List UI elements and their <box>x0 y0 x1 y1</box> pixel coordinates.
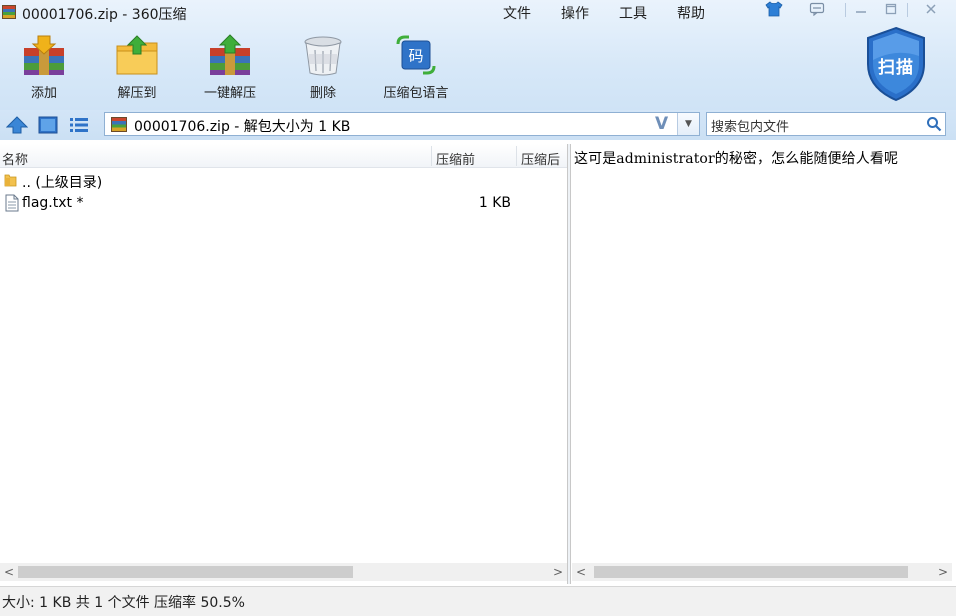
scroll-left-arrow-icon[interactable]: < <box>572 563 590 581</box>
one-click-extract-icon <box>210 34 250 75</box>
scroll-left-arrow-icon[interactable]: < <box>0 563 18 581</box>
status-text: 大小: 1 KB 共 1 个文件 压缩率 50.5% <box>2 595 245 611</box>
file-list-header: 名称 压缩前 压缩后 <box>0 144 567 168</box>
close-icon[interactable] <box>920 0 942 18</box>
menu-file[interactable]: 文件 <box>503 3 531 23</box>
scroll-right-arrow-icon[interactable]: > <box>549 563 567 581</box>
delete-button[interactable]: 删除 <box>283 32 363 104</box>
add-button-label: 添加 <box>30 86 57 101</box>
top-chrome: 00001706.zip - 360压缩 文件 操作 工具 帮助 添加 解压到 … <box>0 0 956 110</box>
list-item-name: .. (上级目录) <box>22 175 103 191</box>
archive-language-icon: 码 <box>396 35 436 75</box>
maximize-icon[interactable] <box>880 0 902 18</box>
window-button-separator <box>907 3 908 17</box>
extract-to-button-label: 解压到 <box>117 86 157 101</box>
column-separator[interactable] <box>431 146 432 166</box>
skin-shirt-icon[interactable] <box>762 0 786 18</box>
menu-operation[interactable]: 操作 <box>561 3 589 23</box>
column-compressed-size[interactable]: 压缩后 <box>521 149 560 168</box>
list-item-name: flag.txt * <box>22 195 84 211</box>
status-bar: 大小: 1 KB 共 1 个文件 压缩率 50.5% <box>0 586 956 616</box>
archive-language-button[interactable]: 码 压缩包语言 <box>376 32 456 104</box>
archive-icon <box>111 117 127 132</box>
scrollbar-thumb[interactable] <box>18 566 353 578</box>
archive-language-button-label: 压缩包语言 <box>383 86 449 101</box>
feedback-icon[interactable] <box>806 0 828 18</box>
list-item-parent-dir[interactable]: .. (上级目录) <box>0 168 567 192</box>
app-archive-icon <box>2 5 16 19</box>
delete-button-label: 删除 <box>309 86 336 101</box>
extract-to-folder-icon <box>116 35 158 75</box>
extract-to-button[interactable]: 解压到 <box>97 32 177 104</box>
trash-bin-icon <box>304 36 342 76</box>
file-list-pane: 名称 压缩前 压缩后 .. (上级目录) flag.txt * 1 KB <box>0 144 568 584</box>
minimize-icon[interactable] <box>850 0 872 18</box>
search-placeholder: 搜索包内文件 <box>711 120 790 135</box>
text-file-icon <box>5 194 19 212</box>
preview-text: 这可是administrator的秘密，怎么能随便给人看呢 <box>574 151 899 167</box>
one-click-extract-button[interactable]: 一键解压 <box>190 32 270 104</box>
scan-label: 扫描 <box>878 58 914 78</box>
preview-pane: 这可是administrator的秘密，怎么能随便给人看呢 <box>570 144 956 584</box>
column-original-size[interactable]: 压缩前 <box>436 149 475 168</box>
window-title: 00001706.zip - 360压缩 <box>22 7 187 23</box>
path-v-glyph: V <box>655 114 669 134</box>
scrollbar-thumb[interactable] <box>594 566 908 578</box>
menu-help[interactable]: 帮助 <box>677 3 705 23</box>
search-input[interactable]: 搜索包内文件 <box>706 112 946 136</box>
column-separator[interactable] <box>516 146 517 166</box>
title-bar: 00001706.zip - 360压缩 文件 操作 工具 帮助 <box>0 0 956 24</box>
preview-horizontal-scrollbar[interactable]: < > <box>572 563 952 581</box>
add-button[interactable]: 添加 <box>4 32 84 104</box>
file-list-horizontal-scrollbar[interactable]: < > <box>0 563 567 581</box>
scan-shield-button[interactable]: 扫描 <box>864 26 928 102</box>
window-button-separator <box>845 3 846 17</box>
thumbnail-view-icon[interactable] <box>36 114 60 136</box>
column-name[interactable]: 名称 <box>2 149 28 168</box>
one-click-extract-button-label: 一键解压 <box>203 86 256 101</box>
path-dropdown-chevron-icon[interactable]: ▼ <box>677 113 699 135</box>
list-item-size: 1 KB <box>478 195 511 211</box>
add-archive-icon <box>24 35 64 75</box>
path-bar[interactable]: 00001706.zip - 解包大小为 1 KB V ▼ <box>104 112 700 136</box>
folder-icon <box>4 174 17 187</box>
list-view-icon[interactable] <box>67 114 91 136</box>
search-icon[interactable] <box>923 113 945 135</box>
scroll-right-arrow-icon[interactable]: > <box>934 563 952 581</box>
up-arrow-icon[interactable] <box>5 114 29 136</box>
path-text: 00001706.zip - 解包大小为 1 KB <box>134 119 351 135</box>
list-item-flag-txt[interactable]: flag.txt * 1 KB <box>0 191 567 215</box>
menu-tools[interactable]: 工具 <box>619 3 647 23</box>
archive-language-icon-text: 码 <box>408 47 423 65</box>
